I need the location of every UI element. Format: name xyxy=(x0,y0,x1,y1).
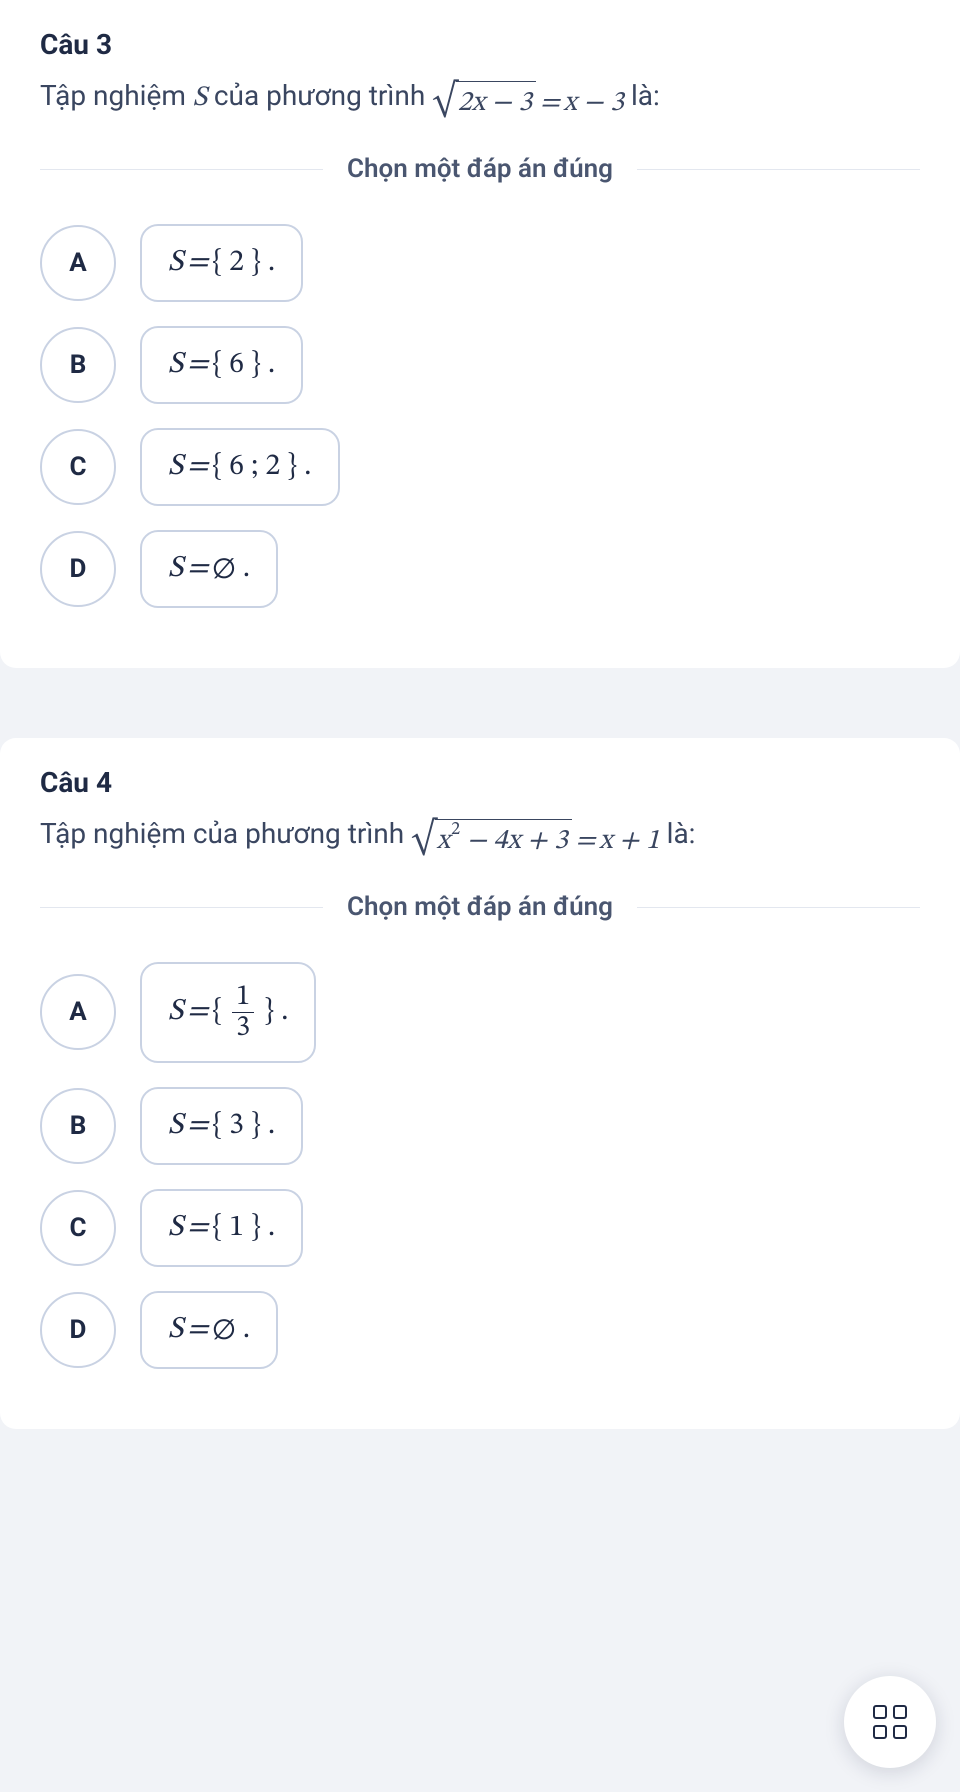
equation: √x2 − 4x + 3 = x + 1 xyxy=(411,819,660,862)
option-content[interactable]: S = ∅ . xyxy=(140,1291,278,1369)
grid-icon xyxy=(873,1705,907,1739)
divider-line xyxy=(40,169,323,170)
option-content[interactable]: S = { 13 } . xyxy=(140,962,316,1063)
text-segment: Tập nghiệm xyxy=(40,79,193,112)
instruction-text: Chọn một đáp án đúng xyxy=(323,892,637,922)
text-segment: là: xyxy=(624,79,660,112)
equation: √2x − 3 = x − 3 xyxy=(432,81,624,124)
question-title: Câu 4 xyxy=(40,766,920,799)
question-card-4: Câu 4 Tập nghiệm của phương trình √x2 − … xyxy=(0,738,960,1429)
menu-fab[interactable] xyxy=(844,1676,936,1768)
instruction-text: Chọn một đáp án đúng xyxy=(323,154,637,184)
sqrt-expr: √x2 − 4x + 3 xyxy=(411,819,572,862)
option-content[interactable]: S = { 6 } . xyxy=(140,326,303,404)
instruction-divider: Chọn một đáp án đúng xyxy=(40,892,920,922)
variable-s: S xyxy=(193,84,207,112)
option-content[interactable]: S = { 6 ; 2 } . xyxy=(140,428,340,506)
option-letter[interactable]: C xyxy=(40,1190,116,1266)
option-letter[interactable]: B xyxy=(40,1088,116,1164)
question-title: Câu 3 xyxy=(40,28,920,61)
option-b[interactable]: B S = { 3 } . xyxy=(40,1087,920,1165)
text-segment: Tập nghiệm của phương trình xyxy=(40,817,411,850)
divider-line xyxy=(637,907,920,908)
option-c[interactable]: C S = { 1 } . xyxy=(40,1189,920,1267)
sqrt-expr: √2x − 3 xyxy=(432,81,536,124)
option-content[interactable]: S = { 2 } . xyxy=(140,224,303,302)
option-letter[interactable]: A xyxy=(40,225,116,301)
option-letter[interactable]: A xyxy=(40,974,116,1050)
question-text: Tập nghiệm của phương trình √x2 − 4x + 3… xyxy=(40,813,920,862)
option-letter[interactable]: D xyxy=(40,1292,116,1368)
option-d[interactable]: D S = ∅ . xyxy=(40,1291,920,1369)
option-c[interactable]: C S = { 6 ; 2 } . xyxy=(40,428,920,506)
option-content[interactable]: S = { 3 } . xyxy=(140,1087,303,1165)
option-letter[interactable]: C xyxy=(40,429,116,505)
option-d[interactable]: D S = ∅ . xyxy=(40,530,920,608)
text-segment: của phương trình xyxy=(207,79,432,112)
question-text: Tập nghiệm S của phương trình √2x − 3 = … xyxy=(40,75,920,124)
option-content[interactable]: S = ∅ . xyxy=(140,530,278,608)
option-b[interactable]: B S = { 6 } . xyxy=(40,326,920,404)
option-letter[interactable]: B xyxy=(40,327,116,403)
instruction-divider: Chọn một đáp án đúng xyxy=(40,154,920,184)
option-content[interactable]: S = { 1 } . xyxy=(140,1189,303,1267)
divider-line xyxy=(40,907,323,908)
divider-line xyxy=(637,169,920,170)
option-a[interactable]: A S = { 2 } . xyxy=(40,224,920,302)
question-card-3: Câu 3 Tập nghiệm S của phương trình √2x … xyxy=(0,0,960,668)
text-segment: là: xyxy=(660,817,696,850)
option-letter[interactable]: D xyxy=(40,531,116,607)
option-a[interactable]: A S = { 13 } . xyxy=(40,962,920,1063)
